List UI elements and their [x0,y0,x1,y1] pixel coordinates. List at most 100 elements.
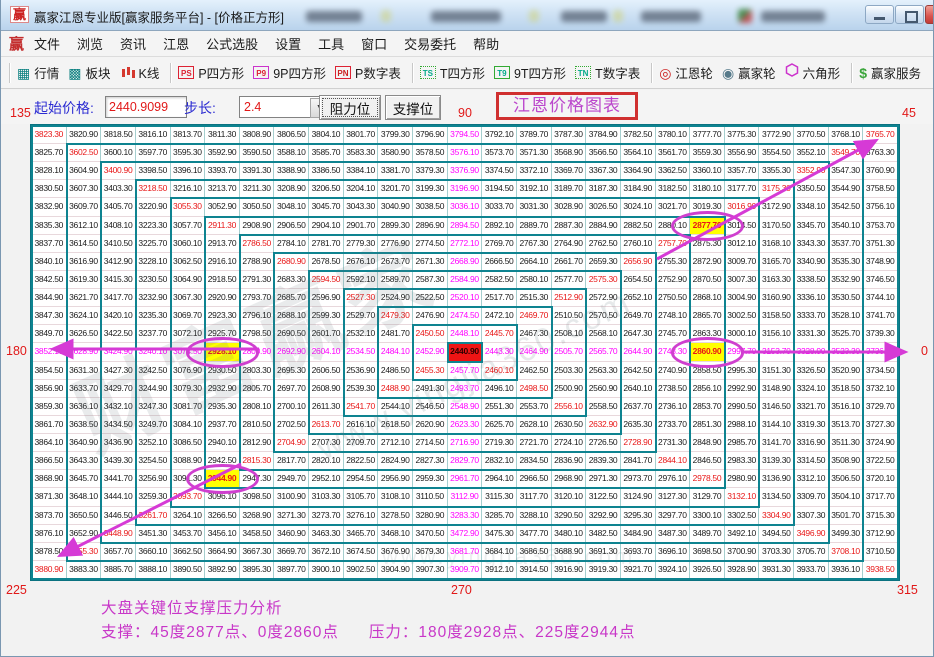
toolbar-button-label: T数字表 [595,63,640,82]
toolbar-button-T四方形[interactable]: TST四方形 [420,63,485,82]
start-price-label: 起始价格: [34,98,94,118]
grid-cell: 2997.70 [725,343,760,361]
menu-item-帮助[interactable]: 帮助 [473,34,499,53]
grid-cell: 2647.30 [621,325,656,343]
grid-cell: 3324.10 [794,380,829,398]
menu-items: 文件浏览资讯江恩公式选股设置工具窗口交易委托帮助 [34,34,516,53]
grid-cell: 3756.10 [863,198,898,216]
grid-cell: 3895.30 [240,561,275,579]
grid-cell: 3710.50 [863,543,898,561]
toolbar-button-江恩轮[interactable]: ◎江恩轮 [659,63,713,82]
menu-item-设置[interactable]: 设置 [275,34,301,53]
grid-cell: 2760.10 [621,235,656,253]
grid-cell: 2517.70 [482,289,517,307]
grid-cell: 3168.10 [759,235,794,253]
toolbar-button-六角形[interactable]: 六角形 [785,63,841,82]
grid-cell: 2479.30 [378,307,413,325]
grid-cell: 3064.90 [171,271,206,289]
menu-item-文件[interactable]: 文件 [34,34,60,53]
toolbar: ▦行情 ▩板块 K线 PSP四方形 P99P四方形 PNP数字表 TST四方形 T99T四方形… [1,57,933,89]
grid-cell: 3866.50 [32,452,67,470]
grid-cell: 3456.10 [205,525,240,543]
grid-cell: 3036.10 [448,198,483,216]
menu-item-交易委托[interactable]: 交易委托 [404,34,456,53]
toolbar-button-T数字表[interactable]: TNT数字表 [575,63,640,82]
grid-cell: 3748.90 [863,253,898,271]
grid-cell: 3787.30 [552,126,587,144]
menu-item-江恩[interactable]: 江恩 [163,34,189,53]
toolbar-button-9T四方形[interactable]: T99T四方形 [494,63,566,82]
grid-cell: 2592.10 [344,271,379,289]
gann-wheel-icon: ◎ [659,66,671,80]
grid-cell: 2791.30 [240,271,275,289]
application-window: 赢 赢家江恩专业版[赢家服务平台] - [价格正方形] 赢 文件浏览资讯江恩公式… [0,0,934,657]
toolbar-button-label: 行情 [34,63,59,82]
grid-cell: 2484.10 [378,343,413,361]
grid-cell: 2491.30 [413,380,448,398]
gann-square-grid: 3823.303820.903818.503816.103813.703811.… [30,124,900,581]
grid-cell: 3763.30 [863,144,898,162]
grid-cell: 3753.70 [863,217,898,235]
app-logo-icon: 赢 [10,6,29,23]
toolbar-button-赢家服务[interactable]: $赢家服务 [859,63,921,82]
grid-cell: 2512.90 [552,289,587,307]
grid-cell: 3415.30 [101,271,136,289]
grid-cell: 3669.70 [274,543,309,561]
menu-item-窗口[interactable]: 窗口 [361,34,387,53]
toolbar-button-K线[interactable]: K线 [120,63,160,82]
close-button[interactable] [925,5,933,24]
grid-cell: 3902.50 [344,561,379,579]
grid-cell: 3350.50 [794,180,829,198]
menu-item-公式选股[interactable]: 公式选股 [206,34,258,53]
grid-cell: 3727.30 [863,416,898,434]
menu-item-资讯[interactable]: 资讯 [120,34,146,53]
grid-cell: 3631.30 [67,362,102,380]
grid-cell: 2582.50 [482,271,517,289]
grid-cell: 3496.90 [794,525,829,543]
menu-item-工具[interactable]: 工具 [318,34,344,53]
grid-cell: 2870.50 [690,271,725,289]
grid-cell: 2594.50 [309,271,344,289]
toolbar-button-P数字表[interactable]: PNP数字表 [335,63,401,82]
toolbar-button-9P四方形[interactable]: P99P四方形 [253,63,326,82]
grid-cell: 2748.10 [656,307,691,325]
grid-cell: 3129.70 [690,488,725,506]
toolbar-button-P四方形[interactable]: PSP四方形 [178,63,244,82]
grid-cell: 3655.30 [67,543,102,561]
grid-cell: 3688.90 [552,543,587,561]
grid-cell: 2985.70 [725,434,760,452]
grid-cell: 2460.10 [482,362,517,380]
toolbar-button-label: 板块 [85,63,110,82]
grid-cell: 2630.50 [552,416,587,434]
grid-cell: 3837.70 [32,235,67,253]
grid-cell: 3535.30 [829,253,864,271]
grid-cell: 3252.10 [136,434,171,452]
grid-cell: 3357.70 [725,162,760,180]
grid-cell: 3146.50 [759,398,794,416]
toolbar-button-行情[interactable]: ▦行情 [17,63,59,82]
grid-cell: 2524.90 [378,289,413,307]
grid-cell: 3288.10 [517,507,552,525]
grid-cell: 2916.10 [205,253,240,271]
grid-cell: 3547.30 [829,162,864,180]
grid-cell: 3516.10 [829,398,864,416]
step-dropdown[interactable]: 2.4 ▼ [239,96,331,118]
chart-title: 江恩价格图表 [513,96,621,115]
grid-cell: 3376.90 [448,162,483,180]
grid-cell: 3079.30 [171,380,206,398]
toolbar-button-赢家轮[interactable]: ◉赢家轮 [722,63,776,82]
degree-label-225: 225 [6,583,27,597]
maximize-button[interactable] [895,5,924,24]
menu-item-浏览[interactable]: 浏览 [77,34,103,53]
toolbar-button-板块[interactable]: ▩板块 [68,63,110,82]
support-button[interactable]: 支撑位 [385,95,441,120]
resistance-button[interactable]: 阻力位 [319,95,381,120]
grid-cell: 3007.30 [725,271,760,289]
grid-cell: 3506.50 [829,470,864,488]
grid-cell: 2904.10 [309,217,344,235]
start-price-input[interactable] [105,96,187,118]
grid-cell: 3153.70 [759,343,794,361]
minimize-button[interactable] [865,5,894,24]
grid-cell: 3614.50 [67,235,102,253]
grid-cell: 3566.50 [586,144,621,162]
